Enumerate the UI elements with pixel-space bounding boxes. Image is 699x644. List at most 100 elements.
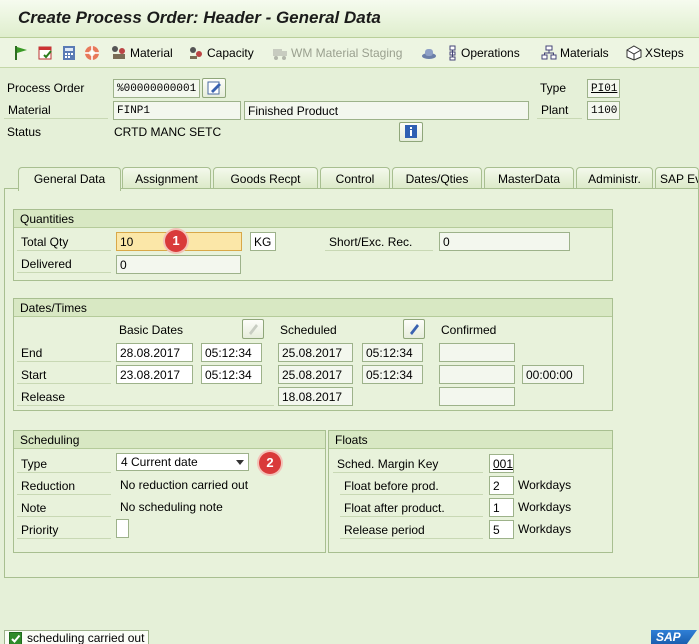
float-before-unit: Workdays: [518, 478, 572, 492]
start-confirmed-time: 00:00:00: [522, 365, 584, 384]
basic-dates-edit-button[interactable]: [242, 319, 264, 339]
capacity-button[interactable]: Capacity: [188, 44, 254, 62]
operations-button-label: Operations: [461, 46, 520, 60]
lifebuoy-icon[interactable]: [84, 44, 100, 62]
reduction-label: Reduction: [17, 476, 111, 495]
confirmed-header: Confirmed: [441, 323, 497, 337]
calculator-icon[interactable]: [62, 44, 76, 62]
dates-times-title: Dates/Times: [14, 299, 612, 317]
info-icon: [405, 125, 417, 138]
total-qty-label: Total Qty: [17, 232, 111, 251]
annotation-badge-2: 2: [259, 452, 281, 474]
material-button[interactable]: Material: [111, 44, 173, 62]
status-message[interactable]: scheduling carried out: [4, 630, 150, 644]
scheduling-type-select[interactable]: 4 Current date: [116, 453, 249, 471]
title-bar: Create Process Order: Header - General D…: [0, 0, 699, 38]
tab-control[interactable]: Control: [320, 167, 390, 189]
quantities-title: Quantities: [14, 210, 612, 228]
materials-button-label: Materials: [560, 46, 609, 60]
end-basic-date[interactable]: 28.08.2017: [116, 343, 193, 362]
float-before-label: Float before prod.: [340, 476, 483, 495]
materials-button[interactable]: Materials: [541, 44, 609, 62]
type-field[interactable]: PI01: [587, 79, 620, 98]
tab-goods-recpt[interactable]: Goods Recpt: [213, 167, 318, 189]
main-content: Process Order %00000000001 Type PI01 Mat…: [0, 69, 699, 630]
basic-dates-header: Basic Dates: [119, 323, 184, 337]
tab-general-data[interactable]: General Data: [18, 167, 121, 191]
pencil-icon: [207, 81, 221, 95]
end-scheduled-time: 05:12:34: [362, 343, 423, 362]
pencil-icon: [410, 324, 419, 335]
delivered-field: 0: [116, 255, 241, 274]
material-button-label: Material: [130, 46, 173, 60]
release-period-field[interactable]: 5: [489, 520, 514, 539]
chevron-down-icon: [236, 460, 244, 465]
float-after-label: Float after product.: [340, 498, 483, 517]
release-period-label: Release period: [340, 520, 483, 539]
priority-field[interactable]: [116, 519, 129, 538]
status-value: CRTD MANC SETC: [114, 125, 222, 139]
start-basic-date[interactable]: 23.08.2017: [116, 365, 193, 384]
capacity-button-label: Capacity: [207, 46, 254, 60]
success-check-icon: [9, 632, 22, 644]
material-field[interactable]: FINP1: [113, 101, 241, 120]
tab-assignment[interactable]: Assignment: [122, 167, 211, 189]
scheduled-edit-button[interactable]: [403, 319, 425, 339]
float-after-field[interactable]: 1: [489, 498, 514, 517]
cube-icon: [626, 45, 642, 61]
tab-dates-qties[interactable]: Dates/Qties: [392, 167, 482, 189]
materials-icon: [541, 45, 557, 60]
type-label: Type: [540, 81, 567, 95]
sched-margin-key-field[interactable]: 001: [489, 454, 514, 473]
start-scheduled-time: 05:12:34: [362, 365, 423, 384]
float-after-unit: Workdays: [518, 500, 572, 514]
window-title: Create Process Order: Header - General D…: [18, 8, 381, 27]
scheduled-header: Scheduled: [280, 323, 337, 337]
note-value: No scheduling note: [120, 500, 223, 514]
end-label: End: [17, 343, 111, 362]
capacity-icon: [190, 47, 202, 59]
operations-hat-icon[interactable]: [421, 44, 437, 62]
pencil-icon: [249, 324, 258, 335]
note-label: Note: [17, 498, 111, 517]
dates-check-icon[interactable]: [38, 44, 54, 62]
plant-field[interactable]: 1100: [587, 101, 620, 120]
delivered-label: Delivered: [17, 254, 111, 273]
xsteps-button-label: XSteps: [645, 46, 684, 60]
unit-field[interactable]: KG: [250, 232, 276, 251]
application-toolbar: Material Capacity WM Material Staging Op…: [0, 38, 699, 68]
status-info-button[interactable]: [399, 122, 423, 142]
edit-order-button[interactable]: [202, 78, 226, 98]
annotation-badge-1: 1: [165, 230, 187, 252]
tab-administr[interactable]: Administr.: [576, 167, 653, 189]
material-icon: [112, 46, 125, 59]
end-confirmed-date: [439, 343, 515, 362]
start-basic-time[interactable]: 05:12:34: [201, 365, 262, 384]
operations-icon: [449, 45, 456, 61]
material-label: Material: [4, 100, 108, 119]
float-before-field[interactable]: 2: [489, 476, 514, 495]
short-exc-label: Short/Exc. Rec.: [325, 232, 433, 251]
tab-sap-events[interactable]: SAP Eve: [655, 167, 699, 189]
scheduling-type-value: 4 Current date: [121, 455, 198, 469]
short-exc-field: 0: [439, 232, 570, 251]
status-label: Status: [7, 125, 42, 139]
operations-button[interactable]: Operations: [446, 44, 520, 62]
status-bar: scheduling carried out: [0, 630, 699, 644]
scheduling-type-label: Type: [17, 454, 111, 473]
sched-margin-key-label: Sched. Margin Key: [333, 454, 483, 473]
release-period-unit: Workdays: [518, 522, 572, 536]
process-order-field[interactable]: %00000000001: [113, 79, 200, 98]
end-basic-time[interactable]: 05:12:34: [201, 343, 262, 362]
tab-masterdata[interactable]: MasterData: [484, 167, 574, 189]
release-label: Release: [17, 387, 274, 406]
scheduling-title: Scheduling: [14, 431, 325, 449]
xsteps-button[interactable]: XSteps: [626, 44, 684, 62]
reduction-value: No reduction carried out: [120, 478, 249, 492]
flag-icon[interactable]: [14, 44, 28, 62]
wm-material-staging-button[interactable]: WM Material Staging: [272, 44, 402, 62]
plant-label: Plant: [537, 100, 582, 119]
status-message-text: scheduling carried out: [27, 631, 145, 644]
release-scheduled-date: 18.08.2017: [278, 387, 353, 406]
material-description: Finished Product: [244, 101, 529, 120]
